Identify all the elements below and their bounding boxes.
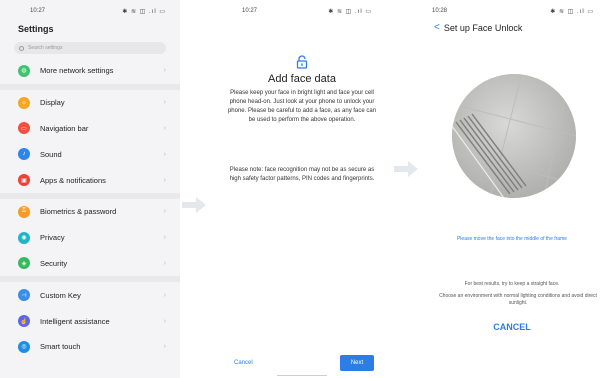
status-icons: ✱ ≋ ◫ .ıl ▭ bbox=[122, 8, 166, 15]
status-time: 10:27 bbox=[30, 8, 46, 14]
globe-icon: ◍ bbox=[18, 64, 30, 77]
add-face-instructions: Please keep your face in bright light an… bbox=[227, 90, 377, 123]
shield-icon: ◈ bbox=[18, 257, 30, 270]
search-placeholder: Search settings bbox=[28, 45, 63, 51]
search-input[interactable]: Search settings bbox=[14, 42, 166, 54]
status-time: 10:28 bbox=[432, 8, 448, 14]
position-hint: Please move the face into the middle of … bbox=[456, 236, 568, 242]
settings-item-label: Security bbox=[40, 258, 68, 268]
chevron-right-icon: › bbox=[163, 124, 166, 132]
settings-item[interactable]: ▭ Navigation bar › bbox=[0, 115, 180, 142]
key-icon: ⚿ bbox=[18, 205, 30, 218]
chevron-right-icon: › bbox=[163, 317, 166, 325]
tutorial-stage: 10:27 ✱ ≋ ◫ .ıl ▭ Settings Search settin… bbox=[0, 0, 602, 378]
arrow-right-icon bbox=[182, 196, 206, 214]
back-icon[interactable]: < bbox=[434, 22, 440, 33]
status-time: 10:27 bbox=[242, 8, 258, 14]
settings-screen: 10:27 ✱ ≋ ◫ .ıl ▭ Settings Search settin… bbox=[0, 0, 180, 378]
chevron-right-icon: › bbox=[163, 343, 166, 351]
display-icon: ☼ bbox=[18, 96, 30, 109]
settings-item-label: More network settings bbox=[40, 66, 114, 76]
lighting-tip-text: Choose an environment with normal lighti… bbox=[439, 293, 597, 306]
settings-item[interactable]: ☝ Intelligent assistance › bbox=[0, 308, 180, 334]
add-face-screen: 10:27 ✱ ≋ ◫ .ıl ▭ Add face data Please k… bbox=[212, 0, 392, 378]
add-face-title: Add face data bbox=[268, 73, 336, 85]
settings-item-label: Intelligent assistance bbox=[40, 316, 110, 326]
settings-item[interactable]: ☼ Display › bbox=[0, 89, 180, 116]
tip-text: For best results, try to keep a straight… bbox=[464, 281, 560, 287]
bottom-bar: Cancel Next bbox=[212, 348, 392, 378]
smart-touch-icon: ◎ bbox=[18, 340, 30, 353]
settings-item[interactable]: ⊣ Custom Key › bbox=[0, 282, 180, 309]
settings-item[interactable]: ◎ Smart touch › bbox=[0, 333, 180, 360]
cancel-button[interactable]: Cancel bbox=[234, 360, 253, 366]
settings-item[interactable]: ⚿ Biometrics & password › bbox=[0, 198, 180, 225]
chevron-right-icon: › bbox=[163, 234, 166, 242]
chevron-right-icon: › bbox=[163, 99, 166, 107]
settings-item[interactable]: ▣ Apps & notifications › bbox=[0, 167, 180, 193]
chevron-right-icon: › bbox=[163, 291, 166, 299]
settings-item-label: Navigation bar bbox=[40, 123, 89, 133]
cancel-button[interactable]: CANCEL bbox=[422, 322, 602, 332]
unlock-icon bbox=[295, 55, 309, 69]
chevron-right-icon: › bbox=[163, 176, 166, 184]
status-bar: 10:28 ✱ ≋ ◫ .ıl ▭ bbox=[422, 0, 602, 22]
settings-item[interactable]: ◈ Security › bbox=[0, 250, 180, 277]
status-icons: ✱ ≋ ◫ .ıl ▭ bbox=[328, 8, 372, 15]
chevron-right-icon: › bbox=[163, 259, 166, 267]
privacy-icon: ◉ bbox=[18, 231, 30, 244]
settings-item-label: Biometrics & password bbox=[40, 207, 117, 217]
page-title: Settings bbox=[18, 24, 54, 34]
settings-item[interactable]: ♪ Sound › bbox=[0, 141, 180, 168]
page-title: Set up Face Unlock bbox=[443, 22, 523, 33]
settings-list: ◍ More network settings › ☼ Display › ▭ Navigat… bbox=[0, 58, 180, 360]
status-bar: 10:27 ✱ ≋ ◫ .ıl ▭ bbox=[212, 0, 392, 22]
settings-item[interactable]: ◍ More network settings › bbox=[0, 58, 180, 84]
home-indicator bbox=[277, 375, 327, 376]
settings-item[interactable]: ◉ Privacy › bbox=[0, 224, 180, 251]
navigation-icon: ▭ bbox=[18, 122, 30, 135]
next-button[interactable]: Next bbox=[340, 355, 374, 371]
settings-item-label: Apps & notifications bbox=[40, 175, 106, 185]
settings-item-label: Custom Key bbox=[40, 290, 81, 300]
chevron-right-icon: › bbox=[163, 150, 166, 158]
arrow-right-icon bbox=[394, 160, 418, 178]
chevron-right-icon: › bbox=[163, 67, 166, 75]
sound-icon: ♪ bbox=[18, 148, 30, 161]
settings-item-label: Sound bbox=[40, 149, 62, 159]
settings-item-label: Privacy bbox=[40, 233, 65, 243]
search-icon bbox=[19, 45, 24, 51]
chevron-right-icon: › bbox=[163, 208, 166, 216]
add-face-note: Please note: face recognition may not be… bbox=[229, 167, 375, 182]
settings-item-label: Display bbox=[40, 98, 65, 108]
apps-icon: ▣ bbox=[18, 174, 30, 187]
settings-item-label: Smart touch bbox=[40, 342, 81, 352]
custom-key-icon: ⊣ bbox=[18, 289, 30, 302]
header: < Set up Face Unlock bbox=[434, 22, 522, 33]
assistant-icon: ☝ bbox=[18, 315, 30, 328]
face-unlock-screen: 10:28 ✱ ≋ ◫ .ıl ▭ < Set up Face Unlock P… bbox=[422, 0, 602, 378]
status-bar: 10:27 ✱ ≋ ◫ .ıl ▭ bbox=[0, 0, 180, 22]
status-icons: ✱ ≋ ◫ .ıl ▭ bbox=[550, 8, 594, 15]
camera-preview bbox=[452, 74, 576, 198]
